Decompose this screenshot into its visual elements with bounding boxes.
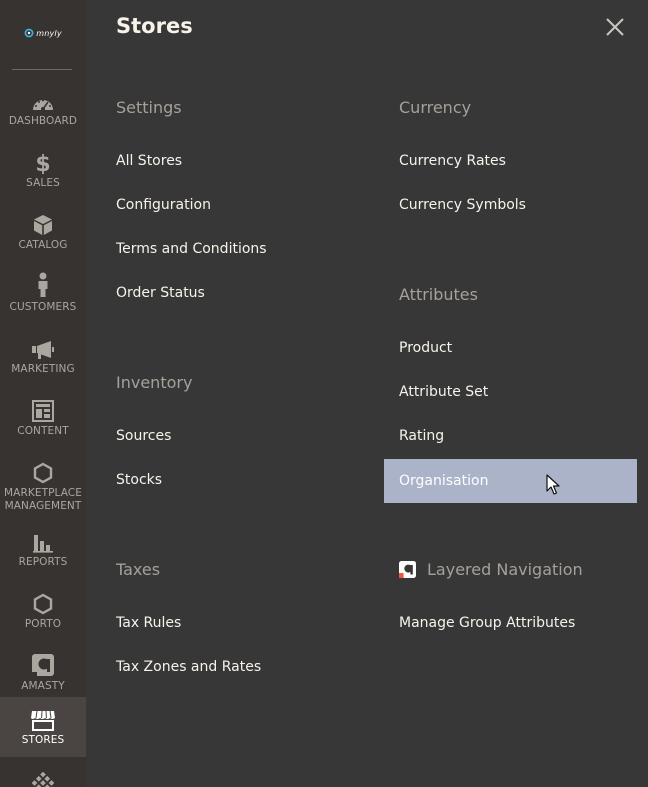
hexagon-icon bbox=[33, 593, 53, 615]
section-title-inventory: Inventory bbox=[116, 373, 193, 392]
menu-link-configuration[interactable]: Configuration bbox=[116, 197, 211, 213]
bar-chart-icon bbox=[33, 535, 53, 553]
admin-sidebar: mnyly DASHBOARD $ SALES CATALOG CUSTOMER… bbox=[0, 0, 86, 787]
sidebar-item-label: CUSTOMERS bbox=[9, 301, 77, 313]
amasty-icon bbox=[32, 654, 54, 676]
storefront-icon bbox=[31, 710, 55, 731]
panel-title: Stores bbox=[116, 14, 193, 38]
dollar-icon: $ bbox=[35, 152, 50, 174]
sidebar-item-system[interactable] bbox=[0, 758, 86, 787]
section-title-attributes: Attributes bbox=[399, 285, 478, 304]
section-title-currency: Currency bbox=[399, 98, 472, 117]
menu-link-rating[interactable]: Rating bbox=[399, 428, 444, 444]
sidebar-item-label: MARKETPLACE MANAGEMENT bbox=[4, 487, 82, 513]
sidebar-item-label: AMASTY bbox=[21, 680, 65, 692]
logo-swirl-icon bbox=[24, 28, 34, 38]
menu-link-currency-rates[interactable]: Currency Rates bbox=[399, 153, 506, 169]
menu-link-attribute-set[interactable]: Attribute Set bbox=[399, 384, 488, 400]
sidebar-item-label: PORTO bbox=[24, 618, 62, 630]
layout-icon bbox=[32, 400, 54, 422]
dashboard-icon bbox=[33, 99, 53, 111]
amasty-icon bbox=[399, 561, 416, 578]
section-title-settings: Settings bbox=[116, 98, 182, 117]
svg-text:$: $ bbox=[35, 152, 50, 174]
menu-link-organisation[interactable]: Organisation bbox=[384, 459, 637, 503]
label-line: MARKETPLACE bbox=[4, 487, 82, 499]
sidebar-item-catalog[interactable]: CATALOG bbox=[0, 202, 86, 264]
sidebar-item-label: CATALOG bbox=[18, 239, 68, 251]
sidebar-item-marketplace-management[interactable]: MARKETPLACE MANAGEMENT bbox=[0, 450, 86, 518]
logo-text: mnyly bbox=[36, 28, 62, 38]
sidebar-item-label: DASHBOARD bbox=[8, 115, 78, 127]
sidebar-item-porto[interactable]: PORTO bbox=[0, 581, 86, 643]
sidebar-item-label: CONTENT bbox=[17, 425, 69, 437]
sidebar-item-label: REPORTS bbox=[18, 556, 68, 568]
menu-link-currency-symbols[interactable]: Currency Symbols bbox=[399, 197, 526, 213]
sidebar-divider bbox=[12, 69, 72, 70]
section-title-taxes: Taxes bbox=[116, 560, 161, 579]
grid-diamond-icon bbox=[32, 772, 54, 787]
close-button[interactable] bbox=[602, 14, 628, 40]
megaphone-icon bbox=[32, 341, 54, 359]
menu-link-tax-zones-and-rates[interactable]: Tax Zones and Rates bbox=[116, 659, 261, 675]
sidebar-item-reports[interactable]: REPORTS bbox=[0, 519, 86, 581]
section-title-text: Layered Navigation bbox=[427, 560, 583, 579]
admin-app: mnyly DASHBOARD $ SALES CATALOG CUSTOMER… bbox=[0, 0, 648, 787]
sidebar-item-stores[interactable]: STORES bbox=[0, 697, 86, 757]
hexagon-icon bbox=[33, 462, 53, 484]
menu-link-tax-rules[interactable]: Tax Rules bbox=[116, 615, 181, 631]
sidebar-item-sales[interactable]: $ SALES bbox=[0, 140, 86, 202]
label-line: MANAGEMENT bbox=[4, 500, 82, 512]
menu-link-manage-group-attributes[interactable]: Manage Group Attributes bbox=[399, 615, 575, 631]
menu-link-product[interactable]: Product bbox=[399, 340, 452, 356]
sidebar-item-dashboard[interactable]: DASHBOARD bbox=[0, 78, 86, 140]
menu-link-terms-and-conditions[interactable]: Terms and Conditions bbox=[116, 241, 267, 257]
sidebar-item-amasty[interactable]: AMASTY bbox=[0, 643, 86, 705]
sidebar-item-content[interactable]: CONTENT bbox=[0, 388, 86, 450]
sidebar-item-marketing[interactable]: MARKETING bbox=[0, 326, 86, 388]
sidebar-item-label: STORES bbox=[21, 734, 65, 746]
section-title-layered-navigation: Layered Navigation bbox=[399, 560, 583, 579]
sidebar-item-customers[interactable]: CUSTOMERS bbox=[0, 264, 86, 326]
menu-link-order-status[interactable]: Order Status bbox=[116, 285, 205, 301]
menu-link-stocks[interactable]: Stocks bbox=[116, 472, 162, 488]
box-icon bbox=[34, 215, 52, 235]
menu-link-all-stores[interactable]: All Stores bbox=[116, 153, 182, 169]
close-icon bbox=[606, 18, 624, 36]
stores-menu-panel: Stores Settings All Stores Configuration… bbox=[86, 0, 648, 787]
sidebar-item-label: SALES bbox=[26, 177, 60, 189]
brand-logo[interactable]: mnyly bbox=[0, 18, 86, 48]
menu-link-sources[interactable]: Sources bbox=[116, 428, 171, 444]
person-icon bbox=[38, 272, 48, 297]
sidebar-item-label: MARKETING bbox=[11, 363, 75, 375]
